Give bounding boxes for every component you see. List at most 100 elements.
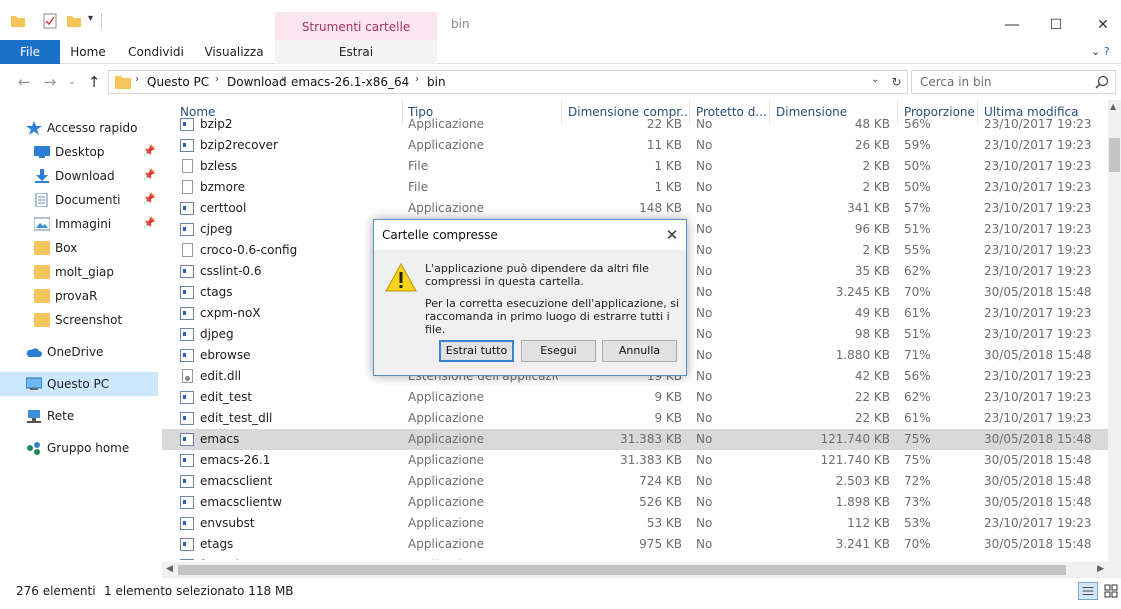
application-icon [180, 223, 194, 236]
run-button[interactable]: Esegui [521, 340, 596, 362]
table-row[interactable]: fc-cache Applicazione 30 KB No 57 KB 53% 23/10… [162, 555, 1108, 560]
sidebar-item-box[interactable]: Box [0, 236, 158, 260]
breadcrumb-download[interactable]: Download [227, 75, 287, 89]
sidebar-item-this-pc[interactable]: Questo PC [0, 372, 158, 396]
ratio: 73% [904, 495, 931, 509]
sidebar-item-molt-giap[interactable]: molt_giap [0, 260, 158, 284]
compressed-size: 31.383 KB [620, 432, 682, 446]
large-icons-view-icon[interactable] [1101, 582, 1121, 600]
sidebar-item-network[interactable]: Rete [0, 404, 158, 428]
table-row[interactable]: etags Applicazione 975 KB No 3.241 KB 70% 30/0… [162, 534, 1108, 555]
table-row[interactable]: envsubst Applicazione 53 KB No 112 KB 53% 23/1… [162, 513, 1108, 534]
file-icon [182, 180, 193, 194]
tab-file[interactable]: File [0, 40, 60, 64]
tab-view[interactable]: Visualizza [196, 40, 272, 64]
compressed-size: 31.383 KB [620, 453, 682, 467]
tab-share[interactable]: Condividi [120, 40, 192, 64]
window-title: bin [451, 17, 470, 31]
up-arrow-icon[interactable]: ↑ [84, 72, 104, 92]
table-row[interactable]: bzip2recover Applicazione 11 KB No 26 KB 59% 2… [162, 135, 1108, 156]
sidebar-item-quick-access[interactable]: Accesso rapido [0, 116, 158, 140]
table-row[interactable]: bzip2 Applicazione 22 KB No 48 KB 56% 23/10/20… [162, 114, 1108, 135]
sidebar-item-desktop[interactable]: Desktop 📌 [0, 140, 158, 164]
ratio: 71% [904, 348, 931, 362]
table-row[interactable]: emacs-26.1 Applicazione 31.383 KB No 121.740… [162, 450, 1108, 471]
sidebar-item-label: Screenshot [55, 313, 123, 327]
table-row[interactable]: certtool Applicazione 148 KB No 341 KB 57% 23/… [162, 198, 1108, 219]
sidebar-item-pictures[interactable]: Immagini 📌 [0, 212, 158, 236]
breadcrumb-separator-icon[interactable]: › [415, 74, 419, 85]
close-button[interactable]: ✕ [1080, 12, 1121, 38]
table-row[interactable]: emacs Applicazione 31.383 KB No 121.740 KB 75… [162, 429, 1108, 450]
protected: No [696, 537, 713, 551]
breadcrumb-separator-icon[interactable]: › [135, 74, 139, 85]
cancel-button[interactable]: Annulla [602, 340, 677, 362]
sidebar-item-label: Rete [47, 409, 75, 423]
breadcrumb-bin[interactable]: bin [427, 75, 446, 89]
breadcrumb-this-pc[interactable]: Questo PC [147, 75, 209, 89]
sidebar-item-download[interactable]: Download 📌 [0, 164, 158, 188]
file-type: Applicazione [408, 516, 485, 530]
scroll-right-icon[interactable]: ▶ [1097, 564, 1104, 574]
horizontal-scroll-thumb[interactable] [178, 565, 1066, 575]
minimize-button[interactable]: ― [989, 12, 1035, 38]
file-type: Applicazione [408, 453, 485, 467]
file-name: cjpeg [200, 222, 233, 236]
sidebar-item-onedrive[interactable]: OneDrive [0, 340, 158, 364]
pin-icon[interactable]: 📌 [143, 140, 155, 164]
address-dropdown-icon[interactable]: ⌄ [871, 74, 879, 85]
new-folder-icon[interactable] [66, 13, 82, 29]
table-row[interactable]: edit_test_dll Applicazione 9 KB No 22 KB 61% 2… [162, 408, 1108, 429]
recent-locations-icon[interactable]: ⌄ [62, 72, 82, 92]
table-row[interactable]: emacsclient Applicazione 724 KB No 2.503 KB 7… [162, 471, 1108, 492]
scroll-up-icon[interactable]: ▲ [1110, 102, 1116, 111]
address-bar[interactable]: › Questo PC › Download › emacs-26.1-x86_… [108, 70, 908, 94]
pin-icon[interactable]: 📌 [143, 164, 155, 188]
breadcrumb-separator-icon[interactable]: › [215, 74, 219, 85]
extract-all-button[interactable]: Estrai tutto [439, 340, 514, 362]
file-name: cxpm-noX [200, 306, 261, 320]
folder-icon [11, 16, 25, 27]
quick-access-dropdown-icon[interactable]: ▾ [88, 13, 93, 29]
help-icon[interactable]: ? [1104, 45, 1110, 58]
file-size: 98 KB [854, 327, 890, 341]
search-input[interactable]: Cerca in bin [911, 70, 1116, 94]
pin-icon[interactable]: 📌 [143, 212, 155, 236]
table-row[interactable]: bzmore File 1 KB No 2 KB 50% 23/10/2017 19:23 [162, 177, 1108, 198]
table-row[interactable]: bzless File 1 KB No 2 KB 50% 23/10/2017 19:23 [162, 156, 1108, 177]
compressed-size: 9 KB [654, 390, 682, 404]
expand-ribbon-icon[interactable]: ⌄ ? [1091, 40, 1121, 64]
properties-icon[interactable] [42, 13, 58, 29]
tab-extract[interactable]: Estrai [275, 40, 437, 64]
vertical-scroll-thumb[interactable] [1109, 138, 1120, 172]
forward-arrow-icon[interactable]: → [40, 72, 60, 92]
dialog-close-button[interactable]: ✕ [661, 224, 683, 246]
ratio: 62% [904, 390, 931, 404]
breadcrumb-separator-icon[interactable]: › [281, 74, 285, 85]
details-view-icon[interactable] [1078, 582, 1098, 600]
ratio: 51% [904, 222, 931, 236]
file-size: 48 KB [854, 117, 890, 131]
breadcrumb-emacs-folder[interactable]: emacs-26.1-x86_64 [291, 75, 409, 89]
compressed-folders-dialog: Cartelle compresse ✕ L'applicazione può … [373, 219, 687, 376]
sidebar-item-label: Download [55, 169, 115, 183]
pin-icon[interactable]: 📌 [143, 188, 155, 212]
refresh-icon[interactable]: ↻ [886, 70, 908, 94]
sidebar-item-documents[interactable]: Documenti 📌 [0, 188, 158, 212]
dialog-title-bar: Cartelle compresse ✕ [374, 220, 686, 250]
tab-home[interactable]: Home [60, 40, 116, 64]
sidebar-item-screenshot[interactable]: Screenshot [0, 308, 158, 332]
table-row[interactable]: edit_test Applicazione 9 KB No 22 KB 62% 23/10… [162, 387, 1108, 408]
maximize-button[interactable]: ☐ [1033, 12, 1079, 38]
file-name: emacs-26.1 [200, 453, 271, 467]
file-size: 35 KB [854, 264, 890, 278]
table-row[interactable]: emacsclientw Applicazione 526 KB No 1.898 KB… [162, 492, 1108, 513]
sort-ascending-icon: ^ [284, 100, 292, 107]
sidebar-item-homegroup[interactable]: Gruppo home [0, 436, 158, 460]
search-icon[interactable] [1095, 75, 1109, 89]
sidebar-item-provar[interactable]: provaR [0, 284, 158, 308]
scroll-left-icon[interactable]: ◀ [166, 564, 173, 574]
sidebar-item-label: OneDrive [47, 345, 104, 359]
back-arrow-icon[interactable]: ← [14, 72, 34, 92]
ratio: 55% [904, 243, 931, 257]
